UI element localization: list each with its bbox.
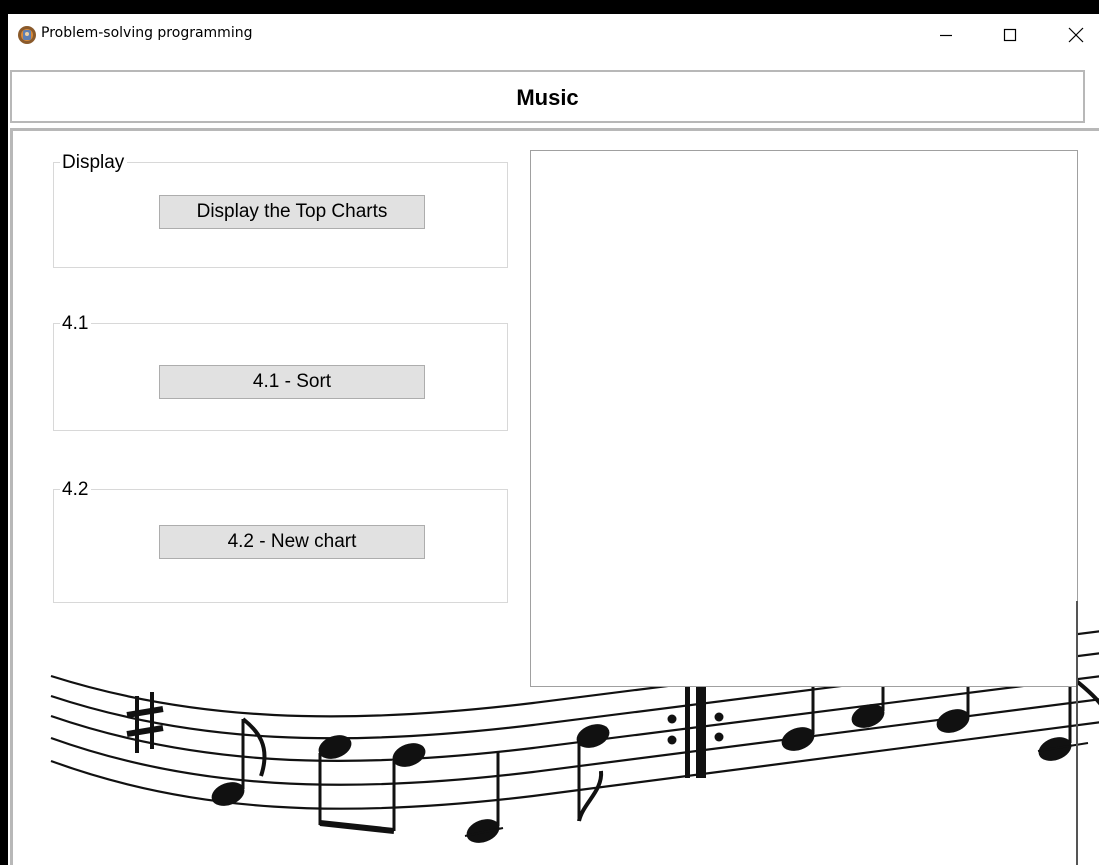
- minimize-icon: [940, 34, 952, 37]
- minimize-button[interactable]: [923, 14, 969, 56]
- display-top-charts-button[interactable]: Display the Top Charts: [159, 195, 425, 229]
- main-panel: Display Display the Top Charts 4.1 4.1 -…: [10, 128, 1099, 865]
- header-panel: Music: [10, 70, 1085, 123]
- close-button[interactable]: [1053, 14, 1099, 56]
- page-title: Music: [516, 85, 579, 110]
- close-icon: [1068, 27, 1084, 43]
- sort-button[interactable]: 4.1 - Sort: [159, 365, 425, 399]
- display-group-label: Display: [60, 153, 128, 173]
- new-chart-group-label: 4.2: [60, 480, 92, 500]
- output-listbox[interactable]: [530, 150, 1078, 687]
- maximize-icon: [1003, 28, 1017, 42]
- window-title: Problem-solving programming: [41, 25, 253, 41]
- maximize-button[interactable]: [987, 14, 1033, 56]
- window-right-edge: [1076, 601, 1078, 865]
- display-group: Display Display the Top Charts: [53, 153, 508, 268]
- sort-group-label: 4.1: [60, 314, 92, 334]
- app-window: Problem-solving programming Music Displa…: [8, 14, 1099, 865]
- sort-group: 4.1 4.1 - Sort: [53, 314, 508, 431]
- new-chart-group: 4.2 4.2 - New chart: [53, 480, 508, 603]
- new-chart-button[interactable]: 4.2 - New chart: [159, 525, 425, 559]
- app-icon: [18, 26, 36, 44]
- title-bar[interactable]: Problem-solving programming: [8, 14, 1099, 56]
